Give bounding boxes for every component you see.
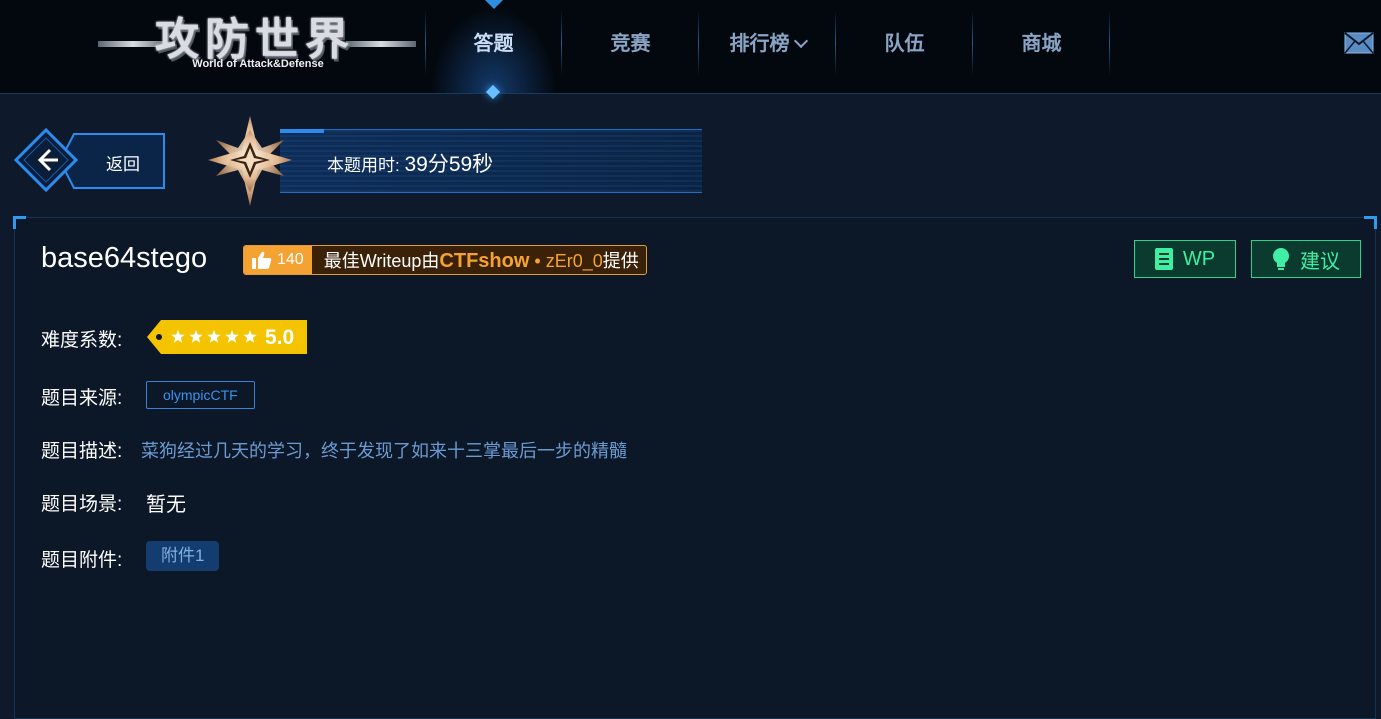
active-indicator-diamond (485, 84, 501, 100)
nav-item-label: 竞赛 (610, 33, 651, 55)
writeup-credit: 最佳Writeup由CTFshow • zEr0_0提供 (312, 247, 639, 273)
main-nav: 答题 竞赛 排行榜 队伍 商城 (425, 0, 1110, 100)
lightbulb-icon (1273, 248, 1289, 270)
wp-button-label: WP (1182, 247, 1216, 270)
back-button-frame (13, 127, 165, 193)
nav-item-team[interactable]: 队伍 (836, 0, 973, 93)
active-indicator-top (485, 0, 503, 9)
logo-subtitle: World of Attack&Defense (192, 58, 324, 70)
nav-item-label: 队伍 (884, 33, 925, 55)
difficulty-value: 5.0 (265, 326, 295, 349)
nav-item-leaderboard[interactable]: 排行榜 (699, 0, 836, 93)
thumbs-up-icon (252, 251, 272, 269)
timer-text: 本题用时: 39分59秒 (327, 148, 493, 178)
scene-value: 暂无 (146, 494, 186, 516)
mail-icon[interactable] (1344, 32, 1374, 54)
timer-value: 39分59秒 (404, 153, 494, 176)
description-label: 题目描述: (41, 441, 123, 462)
writeup-suffix: 提供 (602, 251, 639, 271)
nav-divider (425, 10, 426, 76)
writeup-team[interactable]: CTFshow (439, 250, 529, 272)
description-text: 菜狗经过几天的学习，终于发现了如来十三掌最后一步的精髓 (141, 441, 627, 461)
challenge-panel: base64stego 140 最佳Writeup由CTFshow • zEr0… (13, 216, 1377, 719)
attachment-link[interactable]: 附件1 (146, 541, 220, 571)
like-count[interactable]: 140 (244, 246, 312, 274)
best-writeup-badge[interactable]: 140 最佳Writeup由CTFshow • zEr0_0提供 (243, 245, 647, 275)
challenge-title: base64stego (41, 242, 208, 274)
nav-divider (1109, 10, 1110, 76)
chevron-down-icon (793, 33, 808, 49)
nav-item-answer[interactable]: 答题 (425, 0, 562, 100)
difficulty-rating: 5.0 (147, 320, 309, 354)
nav-item-shop[interactable]: 商城 (973, 0, 1110, 93)
source-label: 题目来源: (41, 388, 123, 409)
difficulty-label: 难度系数: (41, 330, 123, 351)
top-navbar: 攻防世界 World of Attack&Defense 答题 竞赛 排行榜 队… (0, 0, 1381, 100)
writeup-separator: • (529, 251, 546, 271)
panel-corner (1364, 216, 1377, 229)
nav-item-competition[interactable]: 竞赛 (562, 0, 699, 93)
scene-label: 题目场景: (41, 494, 123, 515)
star-medal-icon (208, 116, 292, 206)
suggest-button-label: 建议 (1300, 250, 1340, 273)
source-tag[interactable]: olympicCTF (146, 381, 255, 409)
like-count-value: 140 (277, 251, 304, 268)
back-button[interactable]: 返回 (13, 127, 166, 193)
attachment-label: 题目附件: (41, 550, 123, 571)
suggest-button[interactable]: 建议 (1251, 240, 1361, 278)
writeup-prefix: 最佳Writeup由 (323, 251, 440, 271)
site-logo[interactable]: 攻防世界 World of Attack&Defense (98, 8, 418, 80)
writeup-user[interactable]: zEr0_0 (546, 251, 603, 271)
panel-corner (13, 216, 26, 229)
timer-label: 本题用时: (327, 156, 400, 175)
wp-button[interactable]: WP (1134, 240, 1236, 278)
timer-panel: 本题用时: 39分59秒 (200, 112, 705, 212)
nav-item-label: 答题 (473, 33, 514, 55)
nav-item-label: 商城 (1021, 33, 1062, 55)
back-label: 返回 (106, 155, 140, 174)
nav-item-label: 排行榜 (729, 33, 790, 55)
document-icon (1154, 248, 1173, 270)
